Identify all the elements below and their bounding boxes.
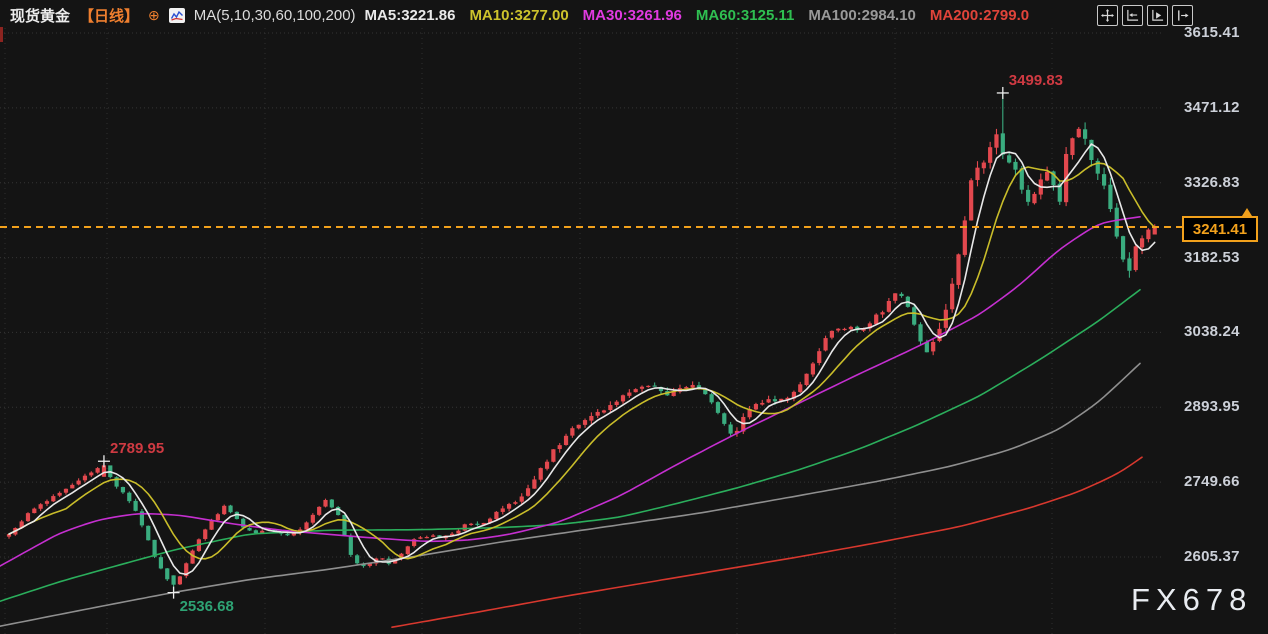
left-axis-label-remnant: 8 xyxy=(0,99,4,114)
y-axis-tick-label: 3182.53 xyxy=(1184,249,1240,266)
price-annotation: 2536.68 xyxy=(180,598,234,615)
current-price-tag: 3241.41 xyxy=(1182,216,1258,242)
y-axis-tick-label: 2749.66 xyxy=(1184,473,1240,490)
ma-legend-ma200: MA200:2799.0 xyxy=(930,7,1029,24)
timeframe-label[interactable]: 【日线】 xyxy=(79,5,139,26)
left-axis-label-remnant: 8 xyxy=(0,249,4,264)
chart-window: 现货黄金 【日线】 ⊕ MA(5,10,30,60,100,200) MA5:3… xyxy=(0,0,1268,634)
ma-legend-ma10: MA10:3277.00 xyxy=(469,7,568,24)
y-axis-tick-label: 3326.83 xyxy=(1184,174,1240,191)
candles-layer xyxy=(7,93,1157,593)
detach-right-button[interactable] xyxy=(1172,5,1193,26)
ma-legend-ma100: MA100:2984.10 xyxy=(808,7,916,24)
kline-indicator-icon[interactable] xyxy=(169,8,185,23)
extreme-markers-layer xyxy=(98,87,1009,599)
ma-legend: MA5:3221.86 MA10:3277.00 MA30:3261.96 MA60:… xyxy=(365,7,1030,24)
y-axis-tick-label: 3038.24 xyxy=(1184,323,1240,340)
ma-lines-layer xyxy=(0,144,1155,627)
y-axis-tick-label: 2893.95 xyxy=(1184,398,1240,415)
y-axis-tick-label: 2605.37 xyxy=(1184,548,1240,565)
ma-params-label[interactable]: MA(5,10,30,60,100,200) xyxy=(194,7,356,24)
chart-header: 现货黄金 【日线】 ⊕ MA(5,10,30,60,100,200) MA5:3… xyxy=(10,5,1029,25)
y-axis-tick-label: 3471.12 xyxy=(1184,99,1240,116)
left-axis-label-remnant xyxy=(0,27,3,42)
ma-legend-ma30: MA30:3261.96 xyxy=(583,7,682,24)
scroll-axis-left-button[interactable] xyxy=(1122,5,1143,26)
left-axis-label-remnant: 8 xyxy=(0,174,4,189)
ma-legend-ma60: MA60:3125.11 xyxy=(696,7,794,24)
price-annotation: 3499.83 xyxy=(1009,72,1063,89)
grid-layer xyxy=(0,28,1162,634)
price-alert-arrow-icon[interactable] xyxy=(1242,208,1252,216)
chart-toolbar xyxy=(1097,5,1193,26)
fx678-watermark: FX678 xyxy=(1131,582,1252,618)
pan-tool-button[interactable] xyxy=(1097,5,1118,26)
price-annotation: 2789.95 xyxy=(110,440,164,457)
price-chart-canvas[interactable] xyxy=(0,0,1268,634)
circle-plus-icon[interactable]: ⊕ xyxy=(148,8,160,22)
symbol-title: 现货黄金 xyxy=(10,5,70,26)
ma-legend-ma5: MA5:3221.86 xyxy=(365,7,456,24)
y-axis-tick-label: 3615.41 xyxy=(1184,24,1240,41)
scroll-axis-right-button[interactable] xyxy=(1147,5,1168,26)
